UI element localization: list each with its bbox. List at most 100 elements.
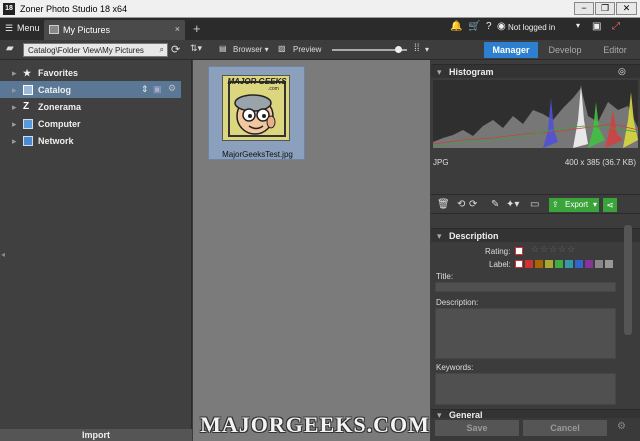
collapse-arrow-icon[interactable]: ▾ xyxy=(437,410,442,418)
title-label: Title: xyxy=(436,272,454,281)
action-toolbar: 🗑 ⟲ ⟳ ✎ ✦▾ ▭ ⇪ Export ▾ ⋖ xyxy=(431,194,640,214)
nav-item-zonerama[interactable]: ▸ Z Zonerama xyxy=(0,98,181,115)
nav-item-network[interactable]: ▸ Network xyxy=(0,132,181,149)
label-color-swatches[interactable] xyxy=(525,260,615,268)
browser-label: Browser xyxy=(233,45,263,54)
sort-icon[interactable]: ⇅▾ xyxy=(190,43,202,54)
close-button[interactable]: ✕ xyxy=(616,2,637,15)
rotate-left-icon[interactable]: ⟲ xyxy=(457,199,465,210)
editor-mode-button[interactable]: Editor xyxy=(592,42,638,58)
expand-arrow-icon[interactable]: ▸ xyxy=(12,102,17,113)
folder-up-icon[interactable]: ▰ xyxy=(6,43,14,54)
add-tab-button[interactable]: + xyxy=(193,21,201,36)
description-header[interactable]: ▾ Description xyxy=(431,228,640,242)
chevron-down-icon[interactable]: ▾ xyxy=(425,45,429,54)
collapse-left-icon[interactable]: ◂ xyxy=(1,250,5,259)
share-button[interactable]: ⋖ xyxy=(603,198,617,212)
fullscreen-icon[interactable]: ⤢ xyxy=(612,21,620,32)
label-color-swatch[interactable] xyxy=(545,260,553,268)
menu-button[interactable]: ☰ Menu xyxy=(5,23,40,34)
label-color-swatch[interactable] xyxy=(565,260,573,268)
app-icon: 18 xyxy=(3,3,15,15)
label-label: Label: xyxy=(489,260,511,269)
zonerama-icon: Z xyxy=(23,101,30,112)
chevron-down-icon[interactable]: ▾ xyxy=(576,21,580,30)
collapse-arrow-icon[interactable]: ▾ xyxy=(437,67,442,78)
monitor-icon[interactable]: ▣ xyxy=(592,21,601,32)
trash-icon[interactable]: 🗑 xyxy=(437,199,450,210)
nav-item-catalog[interactable]: ▸ Catalog ⇕ ▣ ⚙ xyxy=(0,81,181,98)
cart-icon[interactable]: 🛒 xyxy=(468,21,480,32)
tab-my-pictures[interactable]: My Pictures × xyxy=(44,20,185,40)
add-folder-icon[interactable]: ▣ xyxy=(153,84,162,95)
preview-button[interactable]: Preview xyxy=(293,45,321,54)
minimize-button[interactable]: − xyxy=(574,2,594,15)
expand-arrow-icon[interactable]: ▸ xyxy=(12,68,17,79)
slideshow-icon[interactable]: ▭ xyxy=(530,199,539,210)
keywords-field[interactable] xyxy=(435,373,616,405)
label-color-swatch[interactable] xyxy=(575,260,583,268)
help-icon[interactable]: ? xyxy=(486,21,492,32)
expand-arrow-icon[interactable]: ▸ xyxy=(12,85,17,96)
user-icon[interactable]: ◉ xyxy=(497,21,506,32)
panel-scrollbar[interactable] xyxy=(624,225,632,335)
label-color-swatch[interactable] xyxy=(605,260,613,268)
navigator-panel: ▸ ★ Favorites ▸ Catalog ⇕ ▣ ⚙ ▸ Z Zonera… xyxy=(0,60,192,441)
expand-arrow-icon[interactable]: ▸ xyxy=(12,136,17,147)
expand-arrow-icon[interactable]: ▸ xyxy=(12,119,17,130)
grid-view-icon[interactable]: ⁞⁞ xyxy=(414,43,420,54)
tools-icon[interactable]: ✎ xyxy=(491,199,499,210)
zoom-slider[interactable] xyxy=(332,46,407,53)
develop-mode-button[interactable]: Develop xyxy=(542,42,588,58)
nav-label: Zonerama xyxy=(38,102,82,112)
path-field[interactable]: Catalog\Folder View\My Pictures ⌕ xyxy=(23,43,168,57)
no-label-icon[interactable] xyxy=(515,260,523,268)
browser-button[interactable]: Browser ▾ xyxy=(233,45,269,54)
histogram-settings-icon[interactable]: ◎ xyxy=(618,66,626,77)
histogram-header[interactable]: ▾ Histogram ◎ xyxy=(431,64,640,78)
nav-item-favorites[interactable]: ▸ ★ Favorites xyxy=(0,64,181,81)
title-field[interactable] xyxy=(435,282,616,292)
label-color-swatch[interactable] xyxy=(535,260,543,268)
reject-icon[interactable] xyxy=(515,247,523,255)
label-color-swatch[interactable] xyxy=(595,260,603,268)
manager-mode-button[interactable]: Manager xyxy=(484,42,538,58)
folder-icon xyxy=(49,25,59,34)
import-button[interactable]: Import xyxy=(0,429,192,441)
restore-button[interactable]: ❐ xyxy=(595,2,615,15)
refresh-icon[interactable]: ⟳ xyxy=(171,43,180,56)
label-color-swatch[interactable] xyxy=(555,260,563,268)
cancel-button[interactable]: Cancel xyxy=(523,420,607,436)
logo-title: MAJOR GEEKS xyxy=(227,77,287,86)
general-header[interactable]: ▾ General xyxy=(431,409,640,418)
thumbnail-item[interactable]: MAJOR GEEKS .com MajorGeeksTest.jpg xyxy=(208,66,305,160)
rotate-right-icon[interactable]: ⟳ xyxy=(469,199,477,210)
nav-label: Favorites xyxy=(38,68,79,78)
menu-label: Menu xyxy=(17,23,40,33)
chevron-down-icon[interactable]: ▾ xyxy=(593,198,597,212)
tab-label: My Pictures xyxy=(63,25,111,35)
gear-icon[interactable]: ⚙ xyxy=(168,83,176,94)
effects-icon[interactable]: ✦▾ xyxy=(506,199,519,210)
description-field[interactable] xyxy=(435,308,616,359)
network-icon xyxy=(23,136,33,146)
rating-stars[interactable]: ☆☆☆☆☆ xyxy=(531,244,576,255)
notification-icon[interactable]: 🔔 xyxy=(450,21,462,32)
window-title: Zoner Photo Studio 18 x64 xyxy=(20,4,128,14)
thumbnail-image[interactable]: MAJOR GEEKS .com xyxy=(222,75,290,141)
collapse-arrow-icon[interactable]: ▾ xyxy=(437,231,442,242)
save-button[interactable]: Save xyxy=(435,420,519,436)
toolbar: ▰ Catalog\Folder View\My Pictures ⌕ ⟳ ⇅▾… xyxy=(0,40,640,60)
export-button[interactable]: ⇪ Export ▾ xyxy=(549,198,599,212)
label-color-swatch[interactable] xyxy=(585,260,593,268)
close-tab-icon[interactable]: × xyxy=(175,24,180,34)
zoom-slider-knob[interactable] xyxy=(394,46,402,53)
nav-item-computer[interactable]: ▸ Computer xyxy=(0,115,181,132)
thumbnail-filename: MajorGeeksTest.jpg xyxy=(222,150,293,159)
logo-subtitle: .com xyxy=(268,86,279,92)
sort-arrows-icon[interactable]: ⇕ xyxy=(141,84,149,95)
search-icon[interactable]: ⌕ xyxy=(160,45,164,55)
login-status[interactable]: Not logged in xyxy=(508,23,555,32)
gear-icon[interactable]: ⚙ xyxy=(617,421,626,432)
label-color-swatch[interactable] xyxy=(525,260,533,268)
